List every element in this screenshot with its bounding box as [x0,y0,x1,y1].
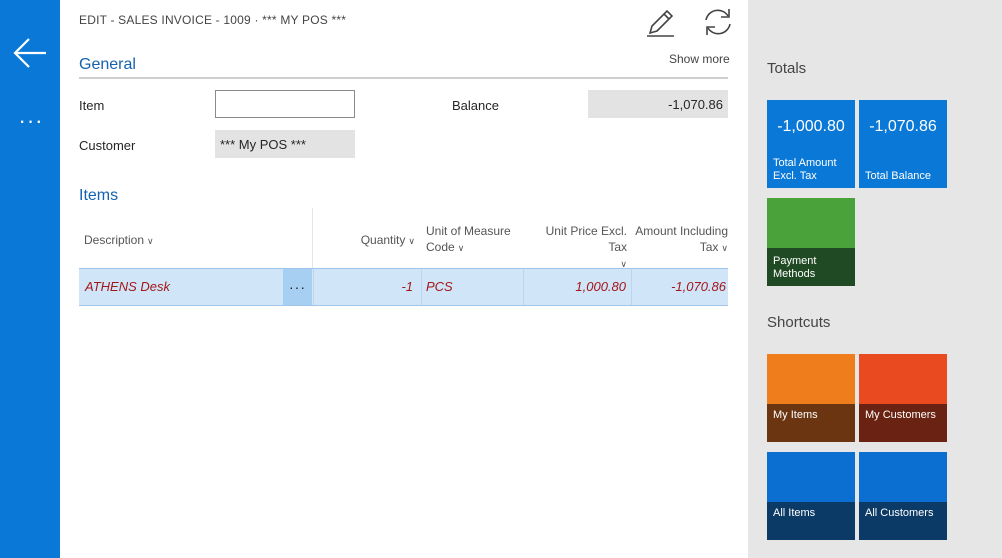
customer-field[interactable]: *** My POS *** [215,130,355,158]
column-header-unit-of-measure[interactable]: Unit of Measure Code ∨ [426,223,522,256]
cell-amount-including-tax[interactable]: -1,070.86 [631,269,728,305]
shortcuts-title: Shortcuts [767,314,831,331]
column-header-unit-price[interactable]: Unit Price Excl. Tax ∨ [527,223,627,272]
cell-quantity[interactable]: -1 [313,269,417,305]
balance-label: Balance [452,98,499,113]
show-more-link[interactable]: Show more [669,52,730,66]
tile-my-customers[interactable]: My Customers [859,354,947,442]
ellipsis-icon[interactable]: ··· [14,110,48,132]
tile-all-customers[interactable]: All Customers [859,452,947,540]
tile-caption: All Customers [865,507,934,519]
tile-total-amount-excl-tax[interactable]: -1,000.80 Total Amount Excl. Tax [767,100,855,188]
column-header-label: Unit of Measure [426,224,511,238]
customer-label: Customer [79,138,136,153]
factbox-panel: Totals -1,000.80 Total Amount Excl. Tax -… [748,0,1002,558]
cell-description[interactable]: ATHENS Desk [85,269,283,305]
column-header-label: Amount Including [635,224,728,238]
cell-unit-of-measure[interactable]: PCS [421,269,523,305]
column-header-label: Description [84,233,145,247]
balance-value: -1,070.86 [588,90,728,118]
item-input[interactable] [215,90,355,118]
tile-total-balance[interactable]: -1,070.86 Total Balance [859,100,947,188]
chevron-down-icon: ∨ [147,236,154,246]
items-grid: Description ∨ Quantity ∨ Unit of Measure C… [79,208,728,308]
main-content: EDIT - SALES INVOICE - 1009 · *** MY POS… [60,0,748,558]
chevron-down-icon: ∨ [457,243,465,253]
column-header-label: Tax [699,240,719,254]
tile-caption: Total Balance [865,170,932,182]
column-header-quantity[interactable]: Quantity ∨ [349,232,415,249]
table-row[interactable]: ATHENS Desk ··· -1 PCS 1,000.80 -1,070.8… [79,268,728,306]
tile-value: -1,070.86 [869,118,937,135]
tile-my-items[interactable]: My Items [767,354,855,442]
item-label: Item [79,98,105,113]
chevron-down-icon: ∨ [408,236,415,246]
tile-caption: My Items [773,409,818,421]
tile-caption: Total Amount Excl. Tax [773,157,837,182]
totals-title: Totals [767,60,807,77]
column-header-label: Code [426,240,455,254]
general-section-title: General [79,56,136,73]
tile-all-items[interactable]: All Items [767,452,855,540]
section-divider [79,77,728,79]
breadcrumb: EDIT - SALES INVOICE - 1009 · *** MY POS… [79,13,347,27]
left-rail: ··· [0,0,60,558]
tile-value: -1,000.80 [777,118,845,135]
tile-payment-methods[interactable]: Payment Methods [767,198,855,286]
column-header-label: Quantity [360,233,406,247]
arrow-left-icon[interactable] [12,36,48,70]
tile-caption: My Customers [865,409,936,421]
items-section-title: Items [79,187,119,204]
refresh-icon[interactable] [702,5,734,39]
row-menu-button[interactable]: ··· [283,269,312,305]
tile-caption: All Items [773,507,816,519]
column-header-label: Unit Price Excl. Tax [545,224,627,254]
pencil-icon[interactable] [644,5,676,39]
cell-unit-price[interactable]: 1,000.80 [523,269,629,305]
column-header-amount-including-tax[interactable]: Amount Including Tax ∨ [635,223,728,256]
column-header-description[interactable]: Description ∨ [84,232,154,249]
chevron-down-icon: ∨ [721,243,728,253]
tile-caption: Payment Methods [773,255,817,280]
